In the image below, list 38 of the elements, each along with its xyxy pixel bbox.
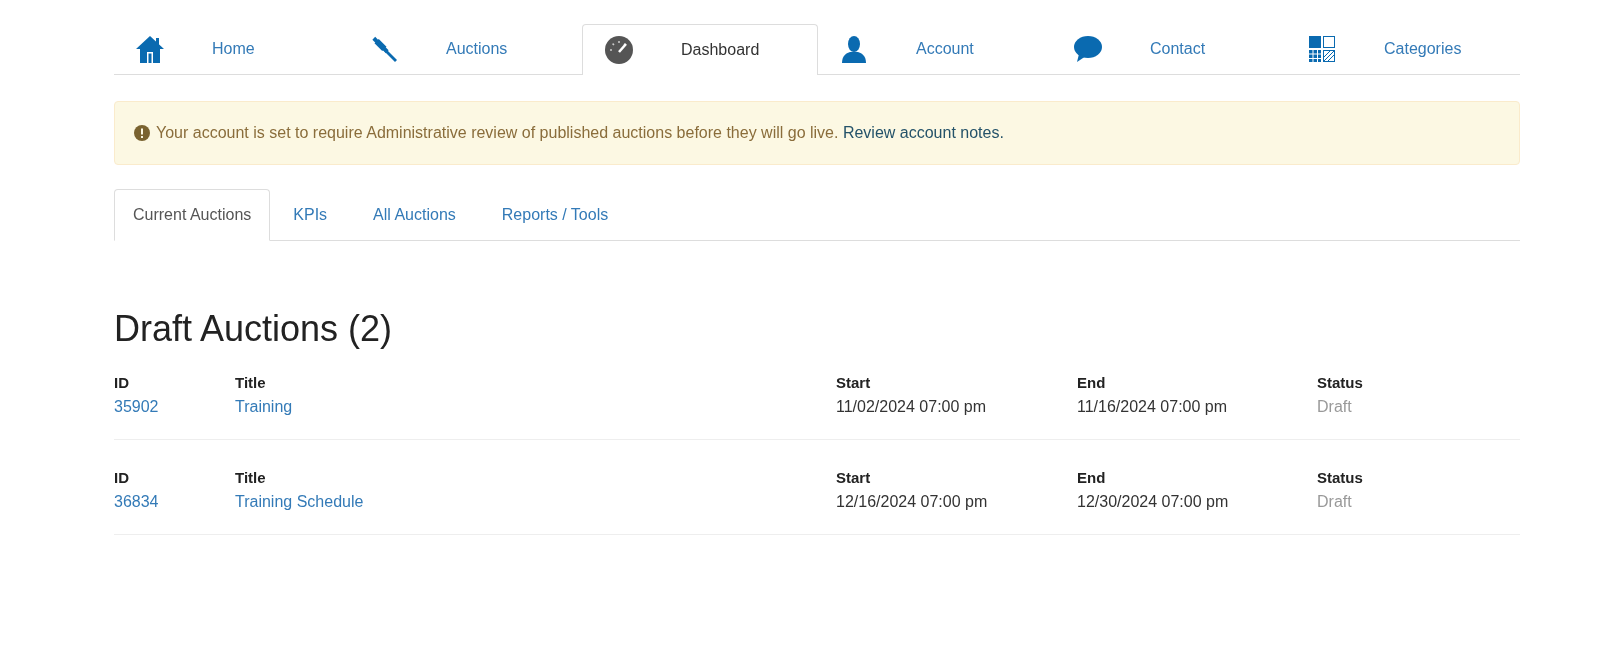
nav-tab[interactable]: Categories bbox=[1286, 24, 1520, 75]
tiles-icon bbox=[1308, 35, 1336, 63]
auction-link[interactable]: Training bbox=[235, 395, 293, 419]
date-text: 12/30/2024 07:00 pm bbox=[1077, 492, 1229, 512]
column-label: Start bbox=[836, 373, 871, 393]
column-label: Title bbox=[235, 468, 266, 488]
review-notes-link[interactable]: Review account notes. bbox=[842, 124, 1004, 141]
auction-link[interactable]: 36834 bbox=[114, 490, 159, 514]
column-label: Start bbox=[836, 468, 871, 488]
column-label: Title bbox=[235, 373, 266, 393]
column-label: Status bbox=[1317, 373, 1363, 393]
auction-link[interactable]: 35902 bbox=[114, 395, 159, 419]
status-text: Draft bbox=[1317, 397, 1352, 417]
tab[interactable]: Current Auctions bbox=[114, 189, 271, 241]
nav-tab[interactable]: Home bbox=[114, 24, 348, 75]
tab[interactable]: All Auctions bbox=[350, 189, 479, 241]
column-label: ID bbox=[114, 373, 129, 393]
column-label: ID bbox=[114, 468, 129, 488]
column-label: Status bbox=[1317, 468, 1363, 488]
house-icon bbox=[135, 34, 165, 64]
exclamation-icon bbox=[134, 125, 150, 141]
nav-tab[interactable]: Dashboard bbox=[582, 24, 818, 75]
nav-tab[interactable]: Contact bbox=[1052, 24, 1286, 75]
status-text: Draft bbox=[1317, 492, 1352, 512]
column-label: End bbox=[1077, 373, 1106, 393]
date-text: 11/02/2024 07:00 pm bbox=[836, 397, 987, 417]
tab[interactable]: KPIs bbox=[270, 189, 351, 241]
gauge-icon bbox=[604, 35, 634, 65]
date-text: 12/16/2024 07:00 pm bbox=[836, 492, 988, 512]
person-icon bbox=[841, 35, 867, 63]
section-heading: Draft Auctions (2) bbox=[114, 309, 394, 349]
nav-tab[interactable]: Account bbox=[818, 24, 1052, 75]
column-label: End bbox=[1077, 468, 1106, 488]
speech-bubble-icon bbox=[1073, 35, 1103, 63]
auction-link[interactable]: Training Schedule bbox=[235, 490, 364, 514]
tab[interactable]: Reports / Tools bbox=[478, 189, 632, 241]
date-text: 11/16/2024 07:00 pm bbox=[1077, 397, 1228, 417]
alert-message: Your account is set to require Administrative review of published auctions before they will go live. Review account notes. bbox=[156, 123, 1004, 143]
